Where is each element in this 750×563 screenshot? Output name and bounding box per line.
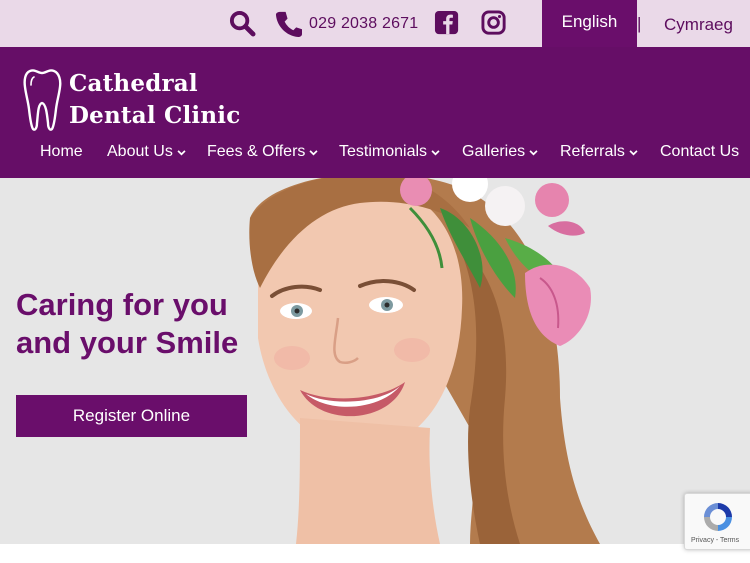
site-logo[interactable]: Cathedral Dental Clinic	[22, 68, 240, 134]
chevron-down-icon	[177, 150, 186, 156]
instagram-icon[interactable]	[481, 10, 508, 37]
nav-item-label: Home	[40, 143, 83, 160]
top-bar: 029 2038 2671 English | Cymraeg	[0, 0, 750, 47]
facebook-icon[interactable]	[434, 10, 461, 37]
nav-item-label: About Us	[107, 143, 173, 160]
phone-icon[interactable]	[275, 10, 302, 37]
brand-line-2: Dental Clinic	[69, 102, 241, 129]
language-english-button[interactable]: English	[542, 0, 637, 47]
nav-item-testimonials[interactable]: Testimonials	[339, 143, 440, 161]
nav-item-galleries[interactable]: Galleries	[462, 143, 538, 161]
nav-item-label: Testimonials	[339, 143, 428, 160]
register-online-button[interactable]: Register Online	[16, 395, 247, 437]
phone-number[interactable]: 029 2038 2671	[309, 15, 418, 33]
hero-heading-line-2: and your Smile	[16, 325, 239, 360]
nav-item-referrals[interactable]: Referrals	[560, 143, 638, 161]
search-icon[interactable]	[229, 10, 256, 37]
chevron-down-icon	[309, 150, 318, 156]
hero-banner: Caring for you and your Smile Register O…	[0, 178, 750, 544]
language-separator: |	[637, 14, 642, 33]
nav-item-label: Contact Us	[660, 143, 740, 160]
nav-item-contact-us[interactable]: Contact Us	[660, 143, 739, 161]
nav-item-label: Referrals	[560, 143, 625, 160]
nav-item-about-us[interactable]: About Us	[107, 143, 186, 161]
main-navigation: Home About Us Fees & Offers Testimonials…	[0, 143, 750, 169]
language-welsh-link[interactable]: Cymraeg	[664, 15, 733, 35]
nav-item-home[interactable]: Home	[40, 143, 83, 161]
recaptcha-privacy-terms[interactable]: Privacy - Terms	[691, 537, 739, 544]
brand-line-1: Cathedral	[69, 70, 198, 97]
site-header: Cathedral Dental Clinic Home About Us Fe…	[0, 47, 750, 178]
hero-heading-line-1: Caring for you	[16, 287, 228, 322]
recaptcha-icon	[704, 503, 732, 531]
hero-heading: Caring for you and your Smile	[16, 286, 276, 362]
nav-item-label: Galleries	[462, 143, 526, 160]
tooth-icon	[23, 69, 62, 131]
recaptcha-badge[interactable]: Privacy - Terms	[684, 493, 750, 550]
chevron-down-icon	[629, 150, 638, 156]
chevron-down-icon	[431, 150, 440, 156]
chevron-down-icon	[529, 150, 538, 156]
nav-item-label: Fees & Offers	[207, 143, 306, 160]
nav-item-fees-offers[interactable]: Fees & Offers	[207, 143, 318, 161]
